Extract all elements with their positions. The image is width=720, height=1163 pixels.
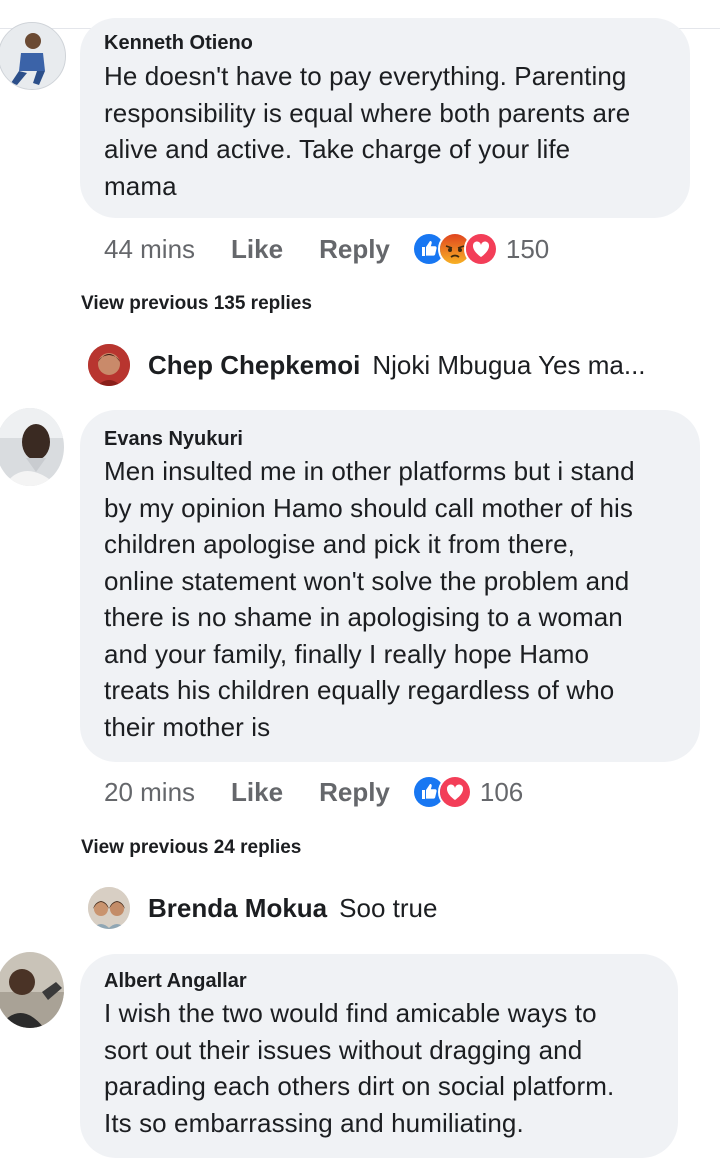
love-reaction-icon [437, 775, 472, 809]
avatar[interactable] [88, 344, 130, 386]
comment-text-line: online statement won't solve the problem… [104, 565, 630, 596]
comment-author[interactable]: Kenneth Otieno [104, 32, 253, 55]
avatar[interactable] [0, 22, 66, 90]
latest-reply[interactable]: Chep Chepkemoi Njoki Mbugua Yes ma... [88, 344, 646, 386]
view-previous-replies-link[interactable]: View previous 24 replies [81, 837, 301, 859]
reply-text: Soo true [339, 892, 438, 923]
comment-text-line: mama [104, 170, 177, 201]
latest-reply[interactable]: Brenda Mokua Soo true [88, 887, 437, 929]
reply-author[interactable]: Chep Chepkemoi [148, 350, 360, 381]
comment-text-line: responsibility is equal where both paren… [104, 97, 631, 128]
comment-text-line: parading each others dirt on social plat… [104, 1071, 615, 1101]
comment-bubble[interactable]: Kenneth Otieno He doesn't have to pay ev… [80, 18, 690, 218]
comment-text-line: alive and active. Take charge of your li… [104, 134, 571, 164]
comment-text-line: there is no shame in apologising to a wo… [104, 602, 623, 632]
reaction-count[interactable]: 106 [480, 777, 523, 808]
comment-timestamp[interactable]: 44 mins [104, 234, 195, 265]
comment-text-line: and your family, finally I really hope H… [104, 638, 590, 669]
reaction-summary[interactable] [411, 232, 498, 266]
reaction-count[interactable]: 150 [506, 234, 549, 265]
comment-text-line: He doesn't have to pay everything. Paren… [104, 61, 627, 91]
comment-text-line: sort out their issues without dragging a… [104, 1034, 583, 1065]
reply-text: Njoki Mbugua Yes ma... [372, 349, 646, 380]
reply-button[interactable]: Reply [319, 234, 390, 265]
like-button[interactable]: Like [231, 777, 283, 808]
comment-text-line: Its so embarrassing and humiliating. [104, 1107, 524, 1138]
comment-text: Men insulted me in other platforms but i… [104, 453, 680, 745]
avatar[interactable] [0, 952, 64, 1028]
comment-bubble[interactable]: Albert Angallar I wish the two would fin… [80, 954, 678, 1158]
comment-text-line: I wish the two would find amicable ways … [104, 998, 597, 1028]
comment-text-line: by my opinion Hamo should call mother of… [104, 492, 633, 523]
love-reaction-icon [463, 232, 498, 266]
reaction-summary[interactable] [411, 775, 472, 809]
comment-text-line: Men insulted me in other platforms but i… [104, 456, 635, 486]
comment-actions: 20 mins Like Reply 106 [104, 772, 523, 812]
comment-bubble[interactable]: Evans Nyukuri Men insulted me in other p… [80, 410, 700, 762]
reply-author[interactable]: Brenda Mokua [148, 893, 327, 924]
comment-timestamp[interactable]: 20 mins [104, 777, 195, 808]
avatar[interactable] [0, 408, 64, 486]
like-button[interactable]: Like [231, 234, 283, 265]
comment-text-line: their mother is [104, 711, 271, 742]
avatar[interactable] [88, 887, 130, 929]
reply-button[interactable]: Reply [319, 777, 390, 808]
comment-author[interactable]: Albert Angallar [104, 970, 247, 993]
comment-author[interactable]: Evans Nyukuri [104, 428, 243, 451]
comment-actions: 44 mins Like Reply 150 [104, 229, 549, 269]
comment-text: I wish the two would find amicable ways … [104, 995, 658, 1141]
view-previous-replies-link[interactable]: View previous 135 replies [81, 293, 312, 315]
comment-text: He doesn't have to pay everything. Paren… [104, 58, 670, 204]
comment-text-line: treats his children equally regardless o… [104, 675, 615, 705]
comment-text-line: children apologise and pick it from ther… [104, 529, 576, 559]
